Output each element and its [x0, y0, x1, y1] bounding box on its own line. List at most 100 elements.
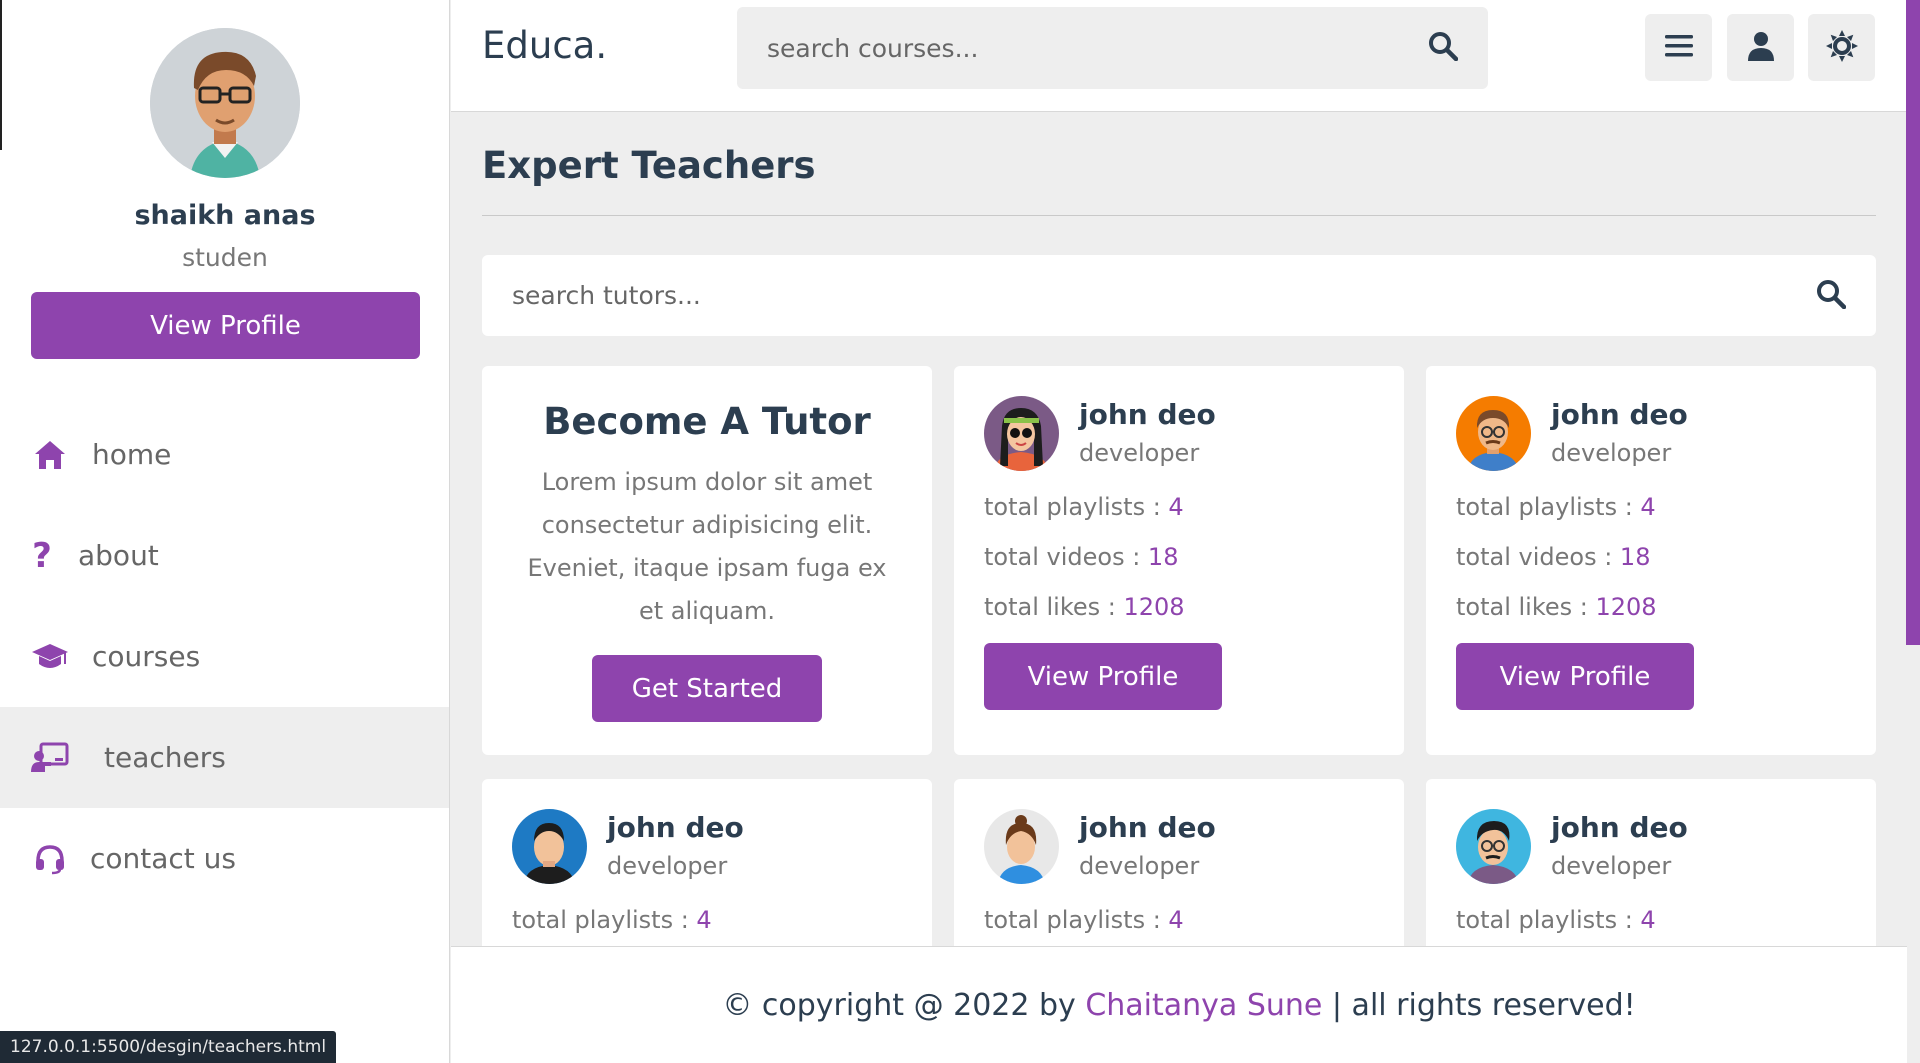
become-tutor-card: Become A Tutor Lorem ipsum dolor sit ame… [482, 366, 932, 755]
sidebar: shaikh anas studen View Profile home ? a… [0, 0, 450, 1063]
title-divider [482, 215, 1876, 216]
teacher-playlists: total playlists : 4 [482, 906, 932, 934]
page-footer: © copyright @ 2022 by Chaitanya Sune | a… [451, 946, 1907, 1063]
chalkboard-teacher-icon [30, 738, 70, 778]
user-avatar [150, 28, 300, 178]
teacher-avatar [1456, 809, 1531, 884]
stat-value: 4 [1640, 906, 1656, 934]
stat-value: 18 [1147, 543, 1179, 571]
top-header: Educa. [451, 0, 1920, 112]
user-button[interactable] [1727, 14, 1794, 81]
view-profile-button[interactable]: View Profile [984, 643, 1222, 710]
become-tutor-title: Become A Tutor [543, 400, 871, 443]
course-search-bar [737, 7, 1488, 89]
sidebar-item-teachers[interactable]: teachers [0, 707, 449, 808]
teacher-avatar-icon [984, 396, 1059, 471]
tutor-search-bar [482, 255, 1876, 336]
user-role: studen [182, 243, 268, 272]
stat-value: 1208 [1595, 593, 1657, 621]
sidebar-item-about[interactable]: ? about [0, 505, 449, 606]
teacher-name: john deo [1079, 398, 1216, 431]
stat-label: total playlists : [984, 906, 1169, 934]
teacher-playlists: total playlists : 4 [954, 493, 1404, 521]
user-name: shaikh anas [134, 200, 316, 231]
teacher-name: john deo [607, 811, 744, 844]
sidebar-item-label: teachers [104, 741, 226, 774]
stat-label: total likes : [1456, 593, 1596, 621]
user-avatar-icon [150, 28, 300, 178]
stat-value: 1208 [1123, 593, 1185, 621]
teacher-avatar [984, 396, 1059, 471]
stat-value: 4 [696, 906, 712, 934]
window-edge [0, 0, 2, 150]
search-tutors-input[interactable] [512, 281, 1816, 310]
footer-prefix: © copyright @ 2022 by [722, 987, 1086, 1023]
teacher-avatar [984, 809, 1059, 884]
stat-value: 18 [1619, 543, 1651, 571]
teacher-videos: total videos : 18 [954, 543, 1404, 571]
stat-value: 4 [1168, 906, 1184, 934]
sidebar-item-label: contact us [90, 842, 237, 875]
stat-label: total playlists : [984, 493, 1169, 521]
teacher-card: john deo developer total playlists : 4 t… [954, 366, 1404, 755]
teacher-role: developer [1079, 439, 1200, 467]
stat-label: total videos : [984, 543, 1148, 571]
menu-button[interactable] [1645, 14, 1712, 81]
sidebar-item-home[interactable]: home [0, 404, 449, 505]
teacher-avatar-icon [1456, 396, 1531, 471]
teacher-role: developer [1551, 439, 1672, 467]
user-icon [1747, 31, 1774, 65]
stat-label: total playlists : [1456, 906, 1641, 934]
teacher-playlists: total playlists : 4 [1426, 906, 1876, 934]
bars-icon [1664, 34, 1693, 62]
teacher-playlists: total playlists : 4 [1426, 493, 1876, 521]
teacher-avatar-icon [1456, 809, 1531, 884]
teacher-videos: total videos : 18 [1426, 543, 1876, 571]
stat-value: 4 [1168, 493, 1184, 521]
teacher-role: developer [1079, 852, 1200, 880]
view-profile-button[interactable]: View Profile [1456, 643, 1694, 710]
search-icon[interactable] [1428, 31, 1459, 65]
footer-suffix: | all rights reserved! [1322, 987, 1636, 1023]
teacher-likes: total likes : 1208 [1426, 593, 1876, 621]
stat-label: total playlists : [512, 906, 697, 934]
teacher-avatar [1456, 396, 1531, 471]
app-logo[interactable]: Educa. [482, 24, 607, 67]
question-icon: ? [32, 535, 52, 576]
stat-label: total playlists : [1456, 493, 1641, 521]
become-tutor-text: Lorem ipsum dolor sit amet consectetur a… [527, 468, 887, 625]
sidebar-item-courses[interactable]: courses [0, 606, 449, 707]
teacher-name: john deo [1551, 398, 1688, 431]
graduation-cap-icon [30, 637, 70, 677]
view-profile-button[interactable]: View Profile [31, 292, 420, 359]
stat-value: 4 [1640, 493, 1656, 521]
teacher-avatar [512, 809, 587, 884]
teacher-card: john deo developer total playlists : 4 t… [1426, 366, 1876, 755]
teacher-name: john deo [1551, 811, 1688, 844]
teacher-name: john deo [1079, 811, 1216, 844]
page-scrollbar[interactable] [1906, 0, 1920, 645]
status-bar-url: 127.0.0.1:5500/desgin/teachers.html [0, 1031, 337, 1063]
sidebar-item-label: home [92, 438, 172, 471]
sun-icon [1825, 29, 1858, 66]
search-courses-input[interactable] [767, 33, 1428, 63]
stat-label: total likes : [984, 593, 1124, 621]
theme-toggle-button[interactable] [1808, 14, 1875, 81]
page-title: Expert Teachers [482, 144, 816, 187]
home-icon [30, 435, 70, 475]
stat-label: total videos : [1456, 543, 1620, 571]
sidebar-item-label: courses [92, 640, 201, 673]
teacher-avatar-icon [512, 809, 587, 884]
teacher-playlists: total playlists : 4 [954, 906, 1404, 934]
sidebar-item-label: about [78, 539, 159, 572]
teacher-avatar-icon [984, 809, 1059, 884]
sidebar-item-contact-us[interactable]: contact us [0, 808, 449, 909]
footer-author-link[interactable]: Chaitanya Sune [1085, 988, 1322, 1023]
sidebar-nav: home ? about courses teachers contact us [0, 404, 449, 909]
teacher-role: developer [607, 852, 728, 880]
get-started-button[interactable]: Get Started [592, 655, 822, 722]
headset-icon [30, 839, 70, 879]
teacher-role: developer [1551, 852, 1672, 880]
search-icon[interactable] [1816, 279, 1847, 313]
teacher-likes: total likes : 1208 [954, 593, 1404, 621]
